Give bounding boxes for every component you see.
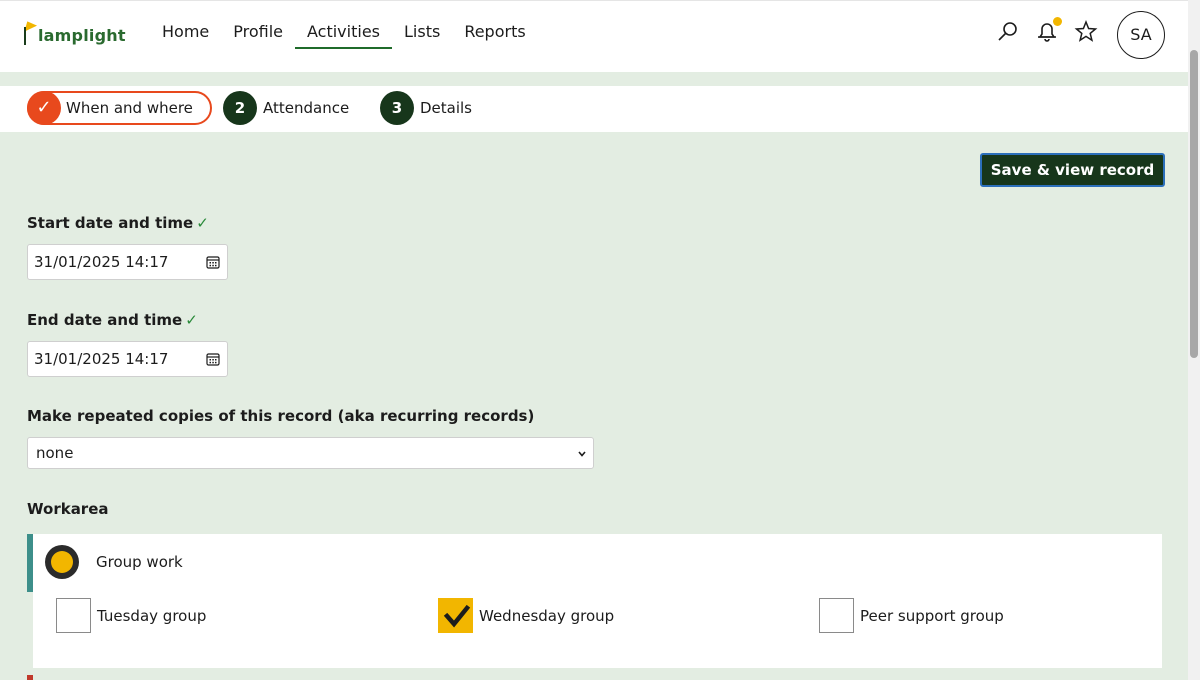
step-details[interactable]: 3 Details: [380, 91, 472, 125]
header-band: [0, 72, 1188, 86]
checkbox-label: Tuesday group: [97, 606, 207, 625]
workarea-label: Workarea: [27, 500, 109, 518]
recurring-value: none: [36, 444, 74, 462]
next-section-marker: [27, 675, 33, 680]
search-icon[interactable]: [995, 19, 1021, 45]
chevron-down-icon: [578, 451, 586, 457]
tuesday-group-checkbox[interactable]: Tuesday group: [56, 598, 206, 633]
nav-activities[interactable]: Activities: [295, 19, 392, 49]
checkbox-box[interactable]: [56, 598, 91, 633]
checkbox-box[interactable]: [438, 598, 473, 633]
checkmark-icon: [443, 604, 471, 628]
user-avatar[interactable]: SA: [1117, 11, 1165, 59]
start-date-value: 31/01/2025 14:17: [34, 253, 169, 271]
notification-dot: [1053, 17, 1062, 26]
workarea-group-panel: Group work: [27, 534, 1162, 592]
star-icon[interactable]: [1073, 19, 1099, 45]
end-date-label: End date and time ✓: [27, 311, 198, 329]
step-when-and-where[interactable]: ✓ When and where: [27, 91, 212, 125]
workarea-options: Tuesday group Wednesday group Peer suppo…: [33, 592, 1162, 668]
step-label: Attendance: [263, 99, 350, 117]
checkmark-icon: ✓: [27, 91, 61, 125]
top-navigation: lamplight Home Profile Activities Lists …: [0, 0, 1188, 72]
page-scrollbar[interactable]: [1188, 0, 1200, 680]
step-number: 3: [380, 91, 414, 125]
scrollbar-thumb[interactable]: [1190, 50, 1198, 358]
nav-home[interactable]: Home: [150, 19, 221, 49]
step-number: 2: [223, 91, 257, 125]
recurring-label: Make repeated copies of this record (aka…: [27, 407, 535, 425]
end-date-label-text: End date and time: [27, 311, 183, 329]
end-date-input[interactable]: 31/01/2025 14:17: [27, 341, 228, 377]
check-icon: ✓: [185, 311, 198, 329]
wizard-steps: ✓ When and where 2 Attendance 3 Details: [0, 86, 1188, 132]
checkbox-label: Wednesday group: [479, 606, 615, 625]
start-date-input[interactable]: 31/01/2025 14:17: [27, 244, 228, 280]
form-area: Save & view record Start date and time ✓ …: [0, 132, 1188, 680]
main-nav: Home Profile Activities Lists Reports: [150, 19, 538, 49]
wednesday-group-checkbox[interactable]: Wednesday group: [438, 598, 614, 633]
brand-name: lamplight: [38, 26, 126, 45]
save-and-view-record-button[interactable]: Save & view record: [980, 153, 1165, 187]
step-attendance[interactable]: 2 Attendance: [223, 91, 349, 125]
recurring-select[interactable]: none: [27, 437, 594, 469]
peer-support-group-checkbox[interactable]: Peer support group: [819, 598, 1004, 633]
checkbox-box[interactable]: [819, 598, 854, 633]
group-work-label: Group work: [96, 553, 183, 571]
lamplight-logo[interactable]: lamplight: [20, 17, 126, 45]
page: lamplight Home Profile Activities Lists …: [0, 0, 1188, 680]
check-icon: ✓: [196, 214, 209, 232]
start-date-label: Start date and time ✓: [27, 214, 209, 232]
checkbox-label: Peer support group: [860, 606, 1004, 625]
group-work-radio[interactable]: [45, 545, 79, 579]
bell-icon[interactable]: [1034, 17, 1062, 45]
end-date-value: 31/01/2025 14:17: [34, 350, 169, 368]
calendar-icon[interactable]: [206, 255, 220, 269]
step-label: Details: [420, 99, 473, 117]
step-label: When and where: [66, 99, 193, 117]
calendar-icon[interactable]: [206, 352, 220, 366]
nav-lists[interactable]: Lists: [392, 19, 452, 49]
lamp-icon: [20, 18, 38, 45]
nav-profile[interactable]: Profile: [221, 19, 295, 49]
start-date-label-text: Start date and time: [27, 214, 194, 232]
nav-reports[interactable]: Reports: [452, 19, 537, 49]
